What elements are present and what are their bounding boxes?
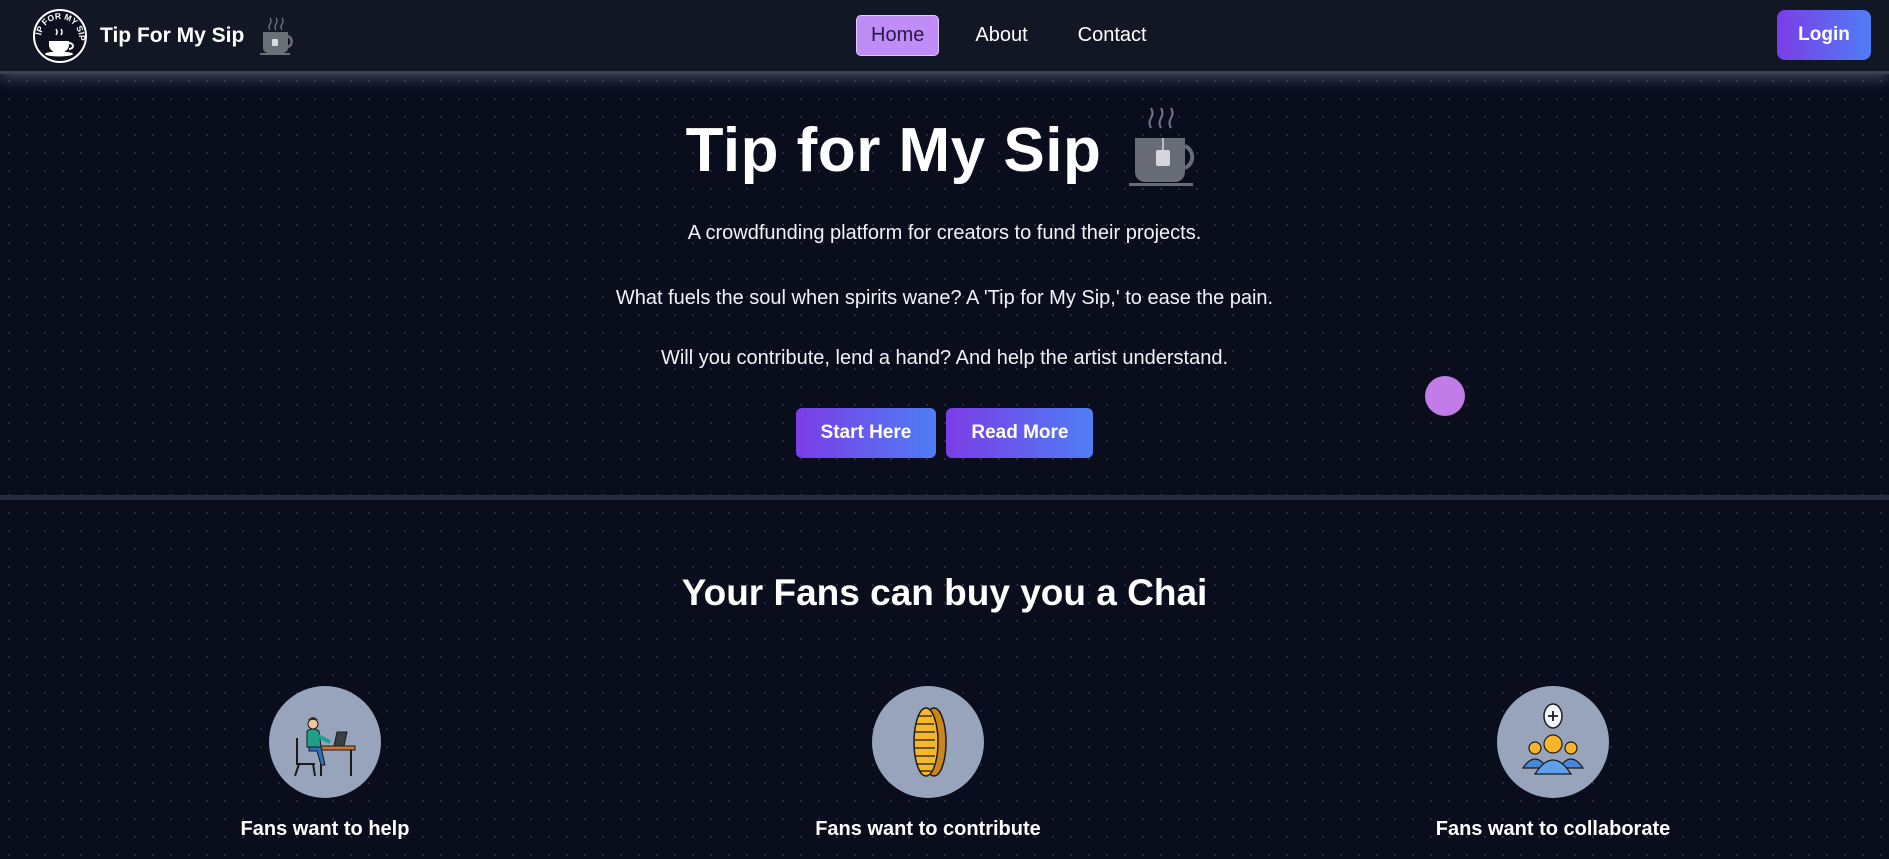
brand[interactable]: TIP FOR MY SIP Tip For My Sip (32, 8, 296, 64)
tea-cup-icon (1129, 107, 1195, 186)
feature-contribute: Fans want to contribute (778, 686, 1078, 841)
feature-label: Fans want to help (240, 818, 410, 840)
feature-help: Fans want to help (175, 686, 475, 841)
nav-home[interactable]: Home (856, 15, 940, 56)
navbar: TIP FOR MY SIP Tip For My Sip Home About… (0, 0, 1889, 74)
feature-icon-circle (269, 686, 381, 798)
feature-label: Fans want to collaborate (1435, 818, 1671, 840)
hero-verse-1: What fuels the soul when spirits wane? A… (615, 287, 1274, 309)
feature-collaborate: Fans want to collaborate (1403, 686, 1703, 841)
brand-name[interactable]: Tip For My Sip (100, 24, 244, 48)
gold-coin-icon (913, 707, 947, 777)
person-at-desk-icon (294, 717, 356, 777)
hero-tagline: A crowdfunding platform for creators to … (687, 222, 1202, 244)
feature-label: Fans want to contribute (815, 818, 1041, 840)
hero-verse-2: Will you contribute, lend a hand? And he… (660, 347, 1229, 369)
hero-buttons: Start Here Read More (0, 408, 1889, 458)
group-add-icon (1521, 703, 1585, 775)
nav-contact[interactable]: Contact (1064, 16, 1161, 55)
hero-title: Tip for My Sip (685, 115, 1102, 185)
nav-about[interactable]: About (961, 16, 1041, 55)
tea-cup-icon (260, 17, 294, 55)
nav-links: Home About Contact (856, 15, 1183, 56)
login-button[interactable]: Login (1777, 10, 1871, 60)
fans-section-title: Your Fans can buy you a Chai (681, 572, 1208, 613)
hero-title-row: Tip for My Sip (0, 104, 1889, 196)
hero-section: Tip for My Sip A crowdfunding platform f… (0, 74, 1889, 494)
start-here-button[interactable]: Start Here (795, 408, 937, 458)
feature-icon-circle (872, 686, 984, 798)
read-more-button[interactable]: Read More (946, 408, 1094, 458)
feature-icon-circle (1497, 686, 1609, 798)
cursor-indicator (1425, 376, 1465, 416)
section-divider (0, 495, 1889, 500)
logo-icon[interactable]: TIP FOR MY SIP (32, 8, 88, 64)
